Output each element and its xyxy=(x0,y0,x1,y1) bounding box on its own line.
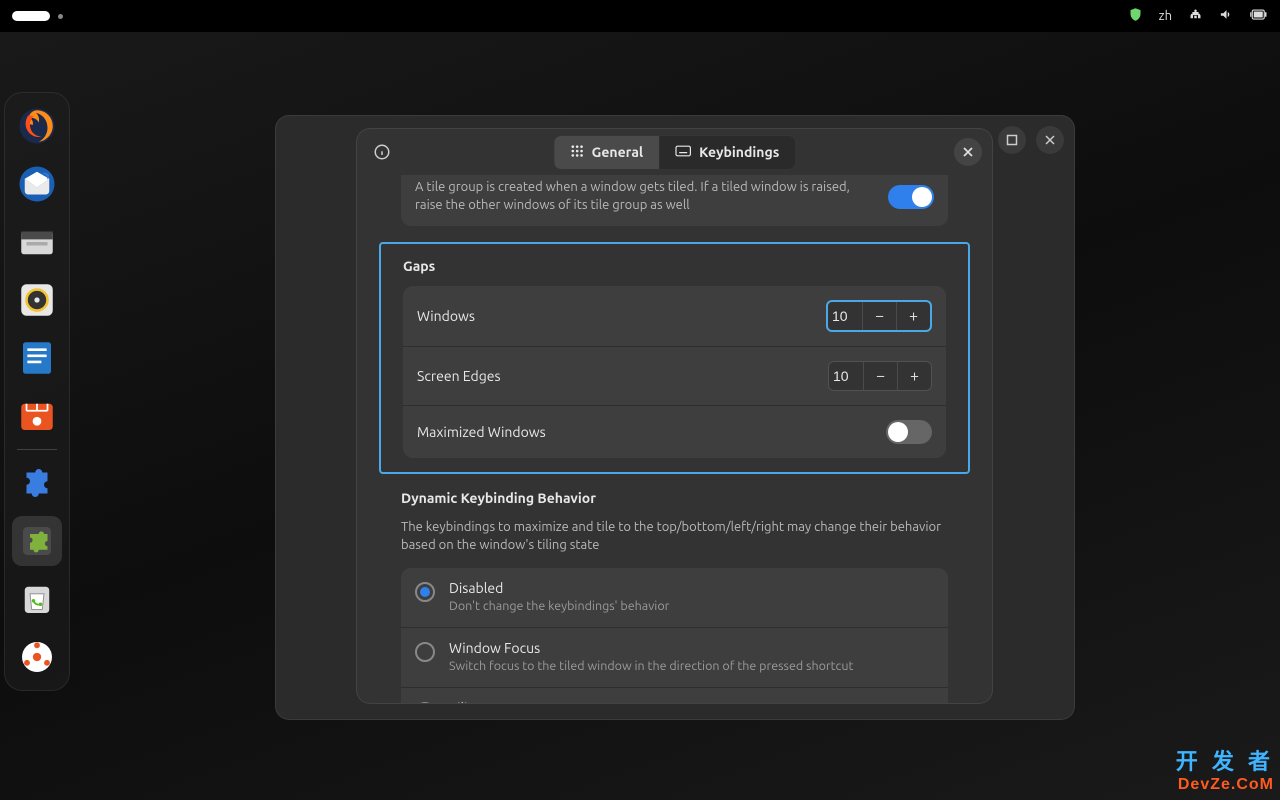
radio-window-focus[interactable] xyxy=(415,642,435,662)
tab-general-label: General xyxy=(592,144,644,160)
dock-files[interactable] xyxy=(12,217,62,267)
dock-writer[interactable] xyxy=(12,333,62,383)
dock-firefox[interactable] xyxy=(12,101,62,151)
watermark-line1: 开 发 者 xyxy=(1176,744,1274,776)
gaps-windows-stepper: − + xyxy=(826,300,932,332)
dynamic-title: Dynamic Keybinding Behavior xyxy=(401,490,948,506)
maximize-button[interactable] xyxy=(998,126,1026,154)
radio-window-focus-row[interactable]: Window Focus Switch focus to the tiled w… xyxy=(401,628,948,688)
gaps-screen-edges-stepper: − + xyxy=(828,361,932,391)
shield-icon[interactable] xyxy=(1128,7,1143,25)
gaps-rows: Windows − + Screen Edges − + xyxy=(403,286,946,458)
raise-together-row: A tile group is created when a window ge… xyxy=(401,175,948,226)
radio-tiling-state-title: Tiling State xyxy=(449,700,901,703)
keyboard-lang[interactable]: zh xyxy=(1159,9,1172,23)
dynamic-subtitle: The keybindings to maximize and tile to … xyxy=(401,518,948,554)
activities-pill xyxy=(12,11,50,21)
raise-together-desc: A tile group is created when a window ge… xyxy=(415,179,874,214)
battery-icon[interactable] xyxy=(1250,7,1268,25)
volume-icon[interactable] xyxy=(1219,7,1234,25)
watermark-line2: DevZe.CoM xyxy=(1176,776,1274,794)
tab-switcher: General Keybindings xyxy=(553,135,797,170)
gaps-maximized-toggle[interactable] xyxy=(886,420,932,444)
gaps-screen-edges-label: Screen Edges xyxy=(417,368,501,384)
dock-rhythmbox[interactable] xyxy=(12,275,62,325)
gaps-maximized-label: Maximized Windows xyxy=(417,424,546,440)
raise-together-toggle[interactable] xyxy=(888,185,934,209)
workspace-dot xyxy=(58,14,63,19)
gaps-title: Gaps xyxy=(403,258,946,274)
close-button[interactable] xyxy=(1036,126,1064,154)
gaps-screen-edges-input[interactable] xyxy=(829,362,863,390)
keyboard-icon xyxy=(675,144,691,161)
gaps-screen-edges-minus[interactable]: − xyxy=(863,362,897,390)
gaps-windows-input[interactable] xyxy=(828,302,862,330)
settings-modal: General Keybindings A tile group is crea… xyxy=(356,128,993,704)
radio-disabled-desc: Don't change the keybindings' behavior xyxy=(449,598,669,615)
network-icon[interactable] xyxy=(1188,7,1203,25)
tab-general[interactable]: General xyxy=(554,136,660,169)
dock-separator xyxy=(17,449,57,450)
radio-window-focus-desc: Switch focus to the tiled window in the … xyxy=(449,658,853,675)
dock-puzzle-blue[interactable] xyxy=(12,458,62,508)
tab-keybindings-label: Keybindings xyxy=(699,144,779,160)
gaps-maximized-row: Maximized Windows xyxy=(403,406,946,458)
dynamic-radio-group: Disabled Don't change the keybindings' b… xyxy=(401,568,948,703)
dock-software[interactable] xyxy=(12,391,62,441)
gaps-windows-plus[interactable]: + xyxy=(896,302,930,330)
dock-extensions[interactable] xyxy=(12,516,62,566)
watermark: 开 发 者 DevZe.CoM xyxy=(1176,744,1274,794)
top-bar: zh xyxy=(0,0,1280,32)
gaps-windows-label: Windows xyxy=(417,308,475,324)
grid-icon xyxy=(570,144,584,161)
radio-disabled-title: Disabled xyxy=(449,580,669,596)
radio-window-focus-title: Window Focus xyxy=(449,640,853,656)
gaps-screen-edges-row: Screen Edges − + xyxy=(403,347,946,406)
gaps-windows-row: Windows − + xyxy=(403,286,946,347)
dock-show-apps[interactable] xyxy=(12,632,62,682)
radio-disabled[interactable] xyxy=(415,582,435,602)
dock-thunderbird[interactable] xyxy=(12,159,62,209)
dock xyxy=(4,92,70,691)
tab-keybindings[interactable]: Keybindings xyxy=(659,136,795,169)
activities-area[interactable] xyxy=(12,11,63,21)
gaps-screen-edges-plus[interactable]: + xyxy=(897,362,931,390)
dock-trash[interactable] xyxy=(12,574,62,624)
radio-tiling-state[interactable] xyxy=(415,702,435,703)
gaps-section-highlight: Gaps Windows − + Screen Edges − + xyxy=(379,242,970,474)
modal-header: General Keybindings xyxy=(357,129,992,175)
info-button[interactable] xyxy=(367,137,397,167)
radio-tiling-state-row[interactable]: Tiling State Adapt the tiling state to t… xyxy=(401,688,948,703)
modal-close-button[interactable] xyxy=(954,138,982,166)
modal-content: A tile group is created when a window ge… xyxy=(357,175,992,703)
gaps-windows-minus[interactable]: − xyxy=(862,302,896,330)
radio-disabled-row[interactable]: Disabled Don't change the keybindings' b… xyxy=(401,568,948,628)
